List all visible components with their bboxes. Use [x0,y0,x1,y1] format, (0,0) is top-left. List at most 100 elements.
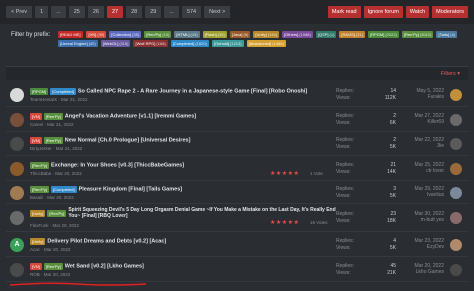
prefix-chip[interactable]: [Abandoned](1485) [246,40,286,47]
thread-title-link[interactable]: Wet Sand [v0.2] [Lkho Games] [65,264,144,270]
latest-user-avatar[interactable] [450,187,462,199]
thread-prefix-tag[interactable]: [Ren'Py] [30,186,49,193]
author-avatar[interactable] [10,263,24,277]
author-avatar[interactable] [10,137,24,151]
latest-post[interactable]: Mar 27, 2022 Killer69 [415,113,444,125]
prefix-chip[interactable]: [RPGM](2022) [368,31,399,38]
page-link[interactable]: 25 [68,6,85,18]
latest-post[interactable]: Mar 22, 2022 Jlie [415,137,444,149]
latest-user-avatar[interactable] [450,212,462,224]
prefix-count: (1088) [299,32,311,37]
page-link[interactable]: 29 [145,6,162,18]
author-avatar[interactable] [10,186,24,200]
prefix-chip[interactable]: [Completed](1820) [170,40,209,47]
thread-row[interactable]: [RPGM] [Completed] So Called NPC Rape 2 - … [6,82,468,107]
latest-user[interactable]: Furakis [416,94,444,100]
thread-prefix-tag[interactable]: [Ren'Py] [30,162,49,169]
latest-user[interactable]: m-butt yes [415,217,444,223]
views-count: 5K [389,144,396,150]
thread-row[interactable]: [Unity] [Ren'Py] Spirit Squeezing Devil's … [6,204,468,232]
thread-title-link[interactable]: Spirit Squeezing Devil's 5 Day Long Orga… [68,207,348,219]
prefix-label: [Flash] [204,32,217,37]
thread-prefix-tag[interactable]: [VN] [30,263,42,270]
latest-user-avatar[interactable] [450,114,462,126]
ignore-forum-button[interactable]: Ignore forum [363,6,403,18]
latest-post[interactable]: Mar 25, 2022 ctr lover [415,162,444,174]
prefix-chip[interactable]: [Onhold](1213) [211,40,244,47]
thread-title-link[interactable]: Angel's Vacation Adventure [v1.1] [Iremm… [65,114,196,120]
prefix-chip[interactable]: [VN](39) [86,31,107,38]
thread-title-link[interactable]: Pleasure Kingdom [Final] [Tails Games] [79,187,183,193]
prev-page-button[interactable]: < Prev [6,6,33,18]
prefix-chip[interactable]: [Flash](35) [202,31,227,38]
thread-title-link[interactable]: Exchange: In Your Shoes [v0.3] [ThiccBab… [51,163,184,169]
latest-user-avatar[interactable] [450,138,462,150]
prefix-chip[interactable]: [Tads](4) [436,31,458,38]
thread-row[interactable]: A [Unity] Delivery Pilot Dreams and Debts … [6,232,468,257]
thread-title-link[interactable]: New Normal [Ch.0 Prologue] [Universal De… [65,138,191,144]
thread-prefix-tag[interactable]: [Ren'Py] [47,209,67,217]
thread-title-link[interactable]: So Called NPC Rape 2 - A Rare Journey in… [78,89,307,95]
thread-prefix-tag[interactable]: [Completed] [50,88,76,95]
latest-post[interactable]: May 5, 2022 Furakis [416,88,444,100]
latest-user[interactable]: EzyDev [415,244,444,250]
page-link[interactable]: 1 [35,6,49,18]
author-avatar[interactable] [10,211,24,225]
latest-post[interactable]: Mar 29, 2022 Ivanlius [415,186,444,198]
latest-user-avatar[interactable] [450,264,462,276]
prefix-chip[interactable]: [Wolf RPG](168) [133,40,168,47]
author-avatar[interactable] [10,162,24,176]
filters-dropdown[interactable]: Filters ▾ [441,71,460,77]
thread-prefix-tag[interactable]: [Ren'Py] [43,113,63,120]
page-link[interactable]: 574 [181,6,202,18]
page-link[interactable]: 26 [87,6,104,18]
prefix-chip[interactable]: [HTML](15) [174,31,200,38]
thread-row[interactable]: [VN] [Ren'Py] Wet Sand [v0.2] [Lkho Games]… [6,257,468,282]
thread-title-link[interactable]: Delivery Pilot Dreams and Debts [v0.2] [… [47,239,166,245]
latest-user[interactable]: Jlie [415,143,444,149]
prefix-chip[interactable]: [RAGS](31) [339,31,366,38]
thread-prefix-tag[interactable]: [VN] [30,113,42,120]
latest-post[interactable]: Mar 20, 2022 Lkho Games [415,263,444,275]
latest-post[interactable]: Mar 23, 2022 EzyDev [415,238,444,250]
prefix-chip[interactable]: [Java](6) [229,31,251,38]
prefix-chip[interactable]: [Ren'Py](3012) [401,31,434,38]
page-link[interactable]: 28 [126,6,143,18]
thread-prefix-tag[interactable]: [Unity] [30,209,46,217]
latest-user-avatar[interactable] [450,239,462,251]
prefix-chip[interactable]: [QSP](1) [315,31,337,38]
mark-read-button[interactable]: Mark read [327,6,361,18]
thread-row[interactable]: [VN] [Ren'Py] New Normal [Ch.0 Prologue] [… [6,132,468,156]
thread-prefix-tag[interactable]: [Unity] [30,238,46,245]
watch-button[interactable]: Watch [405,6,430,18]
prefix-chip[interactable]: [Unreal Engine](40) [58,40,98,47]
prefix-chip[interactable]: [Collection](35) [109,31,142,38]
page-link-current[interactable]: 27 [106,6,124,18]
thread-row[interactable]: [Ren'Py] Exchange: In Your Shoes [v0.3] [… [6,156,468,181]
thread-row[interactable]: [VN] [Ren'Py] Angel's Vacation Adventure [… [6,107,468,132]
thread-prefix-tag[interactable]: [RPGM] [30,88,49,95]
thread-row[interactable]: [Ren'Py] [Completed] Pleasure Kingdom [Fin… [6,181,468,204]
author-avatar[interactable] [10,113,24,127]
latest-user[interactable]: Lkho Games [415,269,444,275]
thread-prefix-tag[interactable]: [Completed] [51,186,77,193]
author-avatar[interactable] [10,88,24,102]
thread-prefix-tag[interactable]: [VN] [30,137,42,144]
page-ellipsis: ... [51,6,66,18]
prefix-chip[interactable]: [WebGL](115) [100,40,131,47]
latest-user-avatar[interactable] [450,89,462,101]
author-avatar[interactable]: A [10,238,24,252]
prefix-chip[interactable]: [Ren'Py](10) [144,31,172,38]
prefix-chip[interactable]: [READ ME] [58,31,84,38]
prefix-chip[interactable]: [Others](1088) [282,31,313,38]
thread-prefix-tag[interactable]: [Ren'Py] [43,263,63,270]
latest-user[interactable]: Killer69 [415,119,444,125]
latest-user[interactable]: Ivanlius [415,192,444,198]
latest-user-avatar[interactable] [450,163,462,175]
latest-user[interactable]: ctr lover [415,168,444,174]
moderators-button[interactable]: Moderators [432,6,468,18]
thread-prefix-tag[interactable]: [Ren'Py] [43,137,63,144]
next-page-button[interactable]: Next > [204,6,231,18]
prefix-chip[interactable]: [Unity](134) [253,31,280,38]
latest-post[interactable]: Mar 30, 2022 m-butt yes [415,211,444,223]
